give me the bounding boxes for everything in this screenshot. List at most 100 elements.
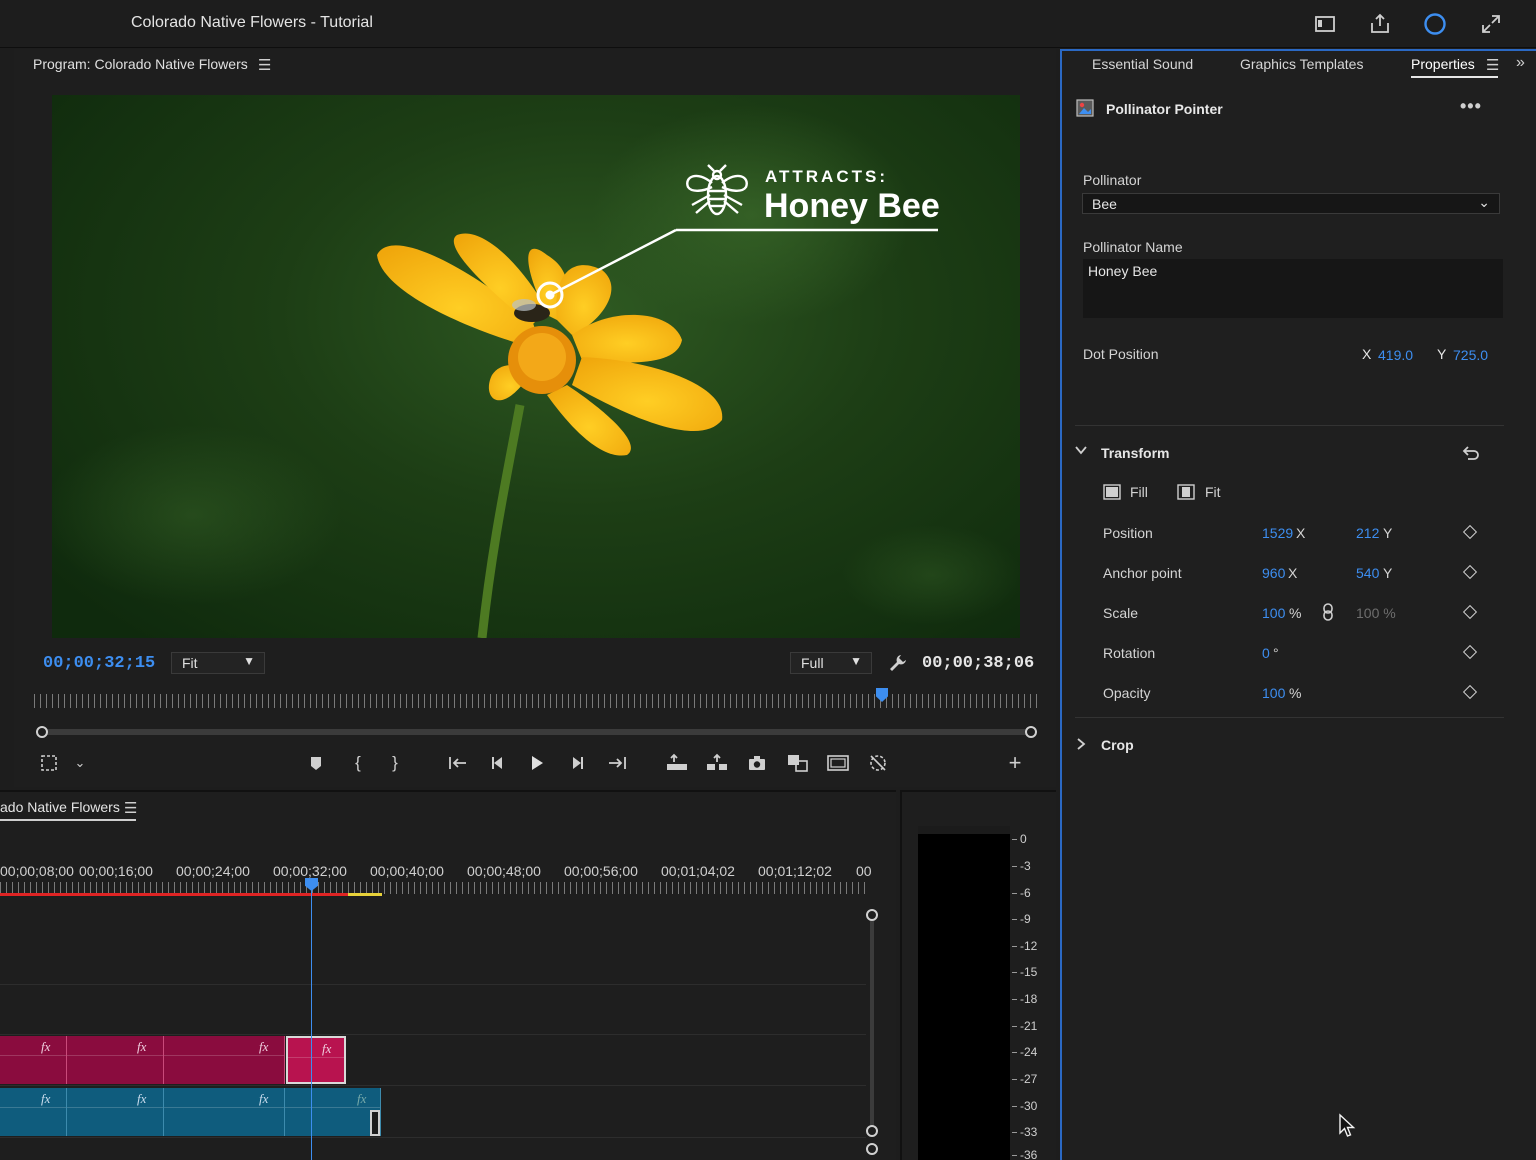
fx-badge: fx	[357, 1091, 367, 1106]
link-icon[interactable]	[1321, 603, 1335, 621]
db-label: -30	[1011, 1099, 1038, 1113]
db-label: 0	[1012, 832, 1027, 846]
audio-clip[interactable]: fx	[67, 1088, 164, 1136]
scroll-handle-top[interactable]	[866, 909, 878, 921]
timeline-vertical-scrollbar[interactable]	[870, 915, 874, 1133]
sequence-tab-underline	[0, 819, 136, 821]
mark-in-icon[interactable]: {	[347, 752, 369, 774]
rotation-label: Rotation	[1103, 645, 1156, 661]
lift-icon[interactable]	[665, 752, 687, 774]
tab-essential-sound[interactable]: Essential Sound	[1092, 56, 1193, 72]
fx-badge: fx	[137, 1091, 147, 1106]
anchor-x-unit: X	[1288, 565, 1298, 581]
db-label: -12	[1011, 939, 1038, 953]
ruler-label: 00;00;16;00	[79, 863, 153, 879]
fullscreen-icon[interactable]	[1479, 12, 1503, 36]
position-y-unit: Y	[1383, 525, 1393, 541]
zoom-end-handle[interactable]	[1025, 726, 1037, 738]
button-editor-plus-icon[interactable]: +	[1004, 752, 1026, 774]
dot-x-label: X	[1362, 346, 1372, 362]
zoom-scroll-bar[interactable]	[40, 729, 1033, 735]
tab-properties[interactable]: Properties	[1411, 56, 1475, 72]
add-marker-icon[interactable]	[305, 752, 327, 774]
proxy-toggle-icon[interactable]	[826, 752, 849, 774]
track-divider	[0, 1034, 866, 1035]
extract-icon[interactable]	[705, 752, 727, 774]
anchor-y-unit: Y	[1383, 565, 1393, 581]
dot-y-value[interactable]: 725.0	[1453, 347, 1488, 363]
safe-margins-icon[interactable]	[38, 752, 60, 774]
fit-label[interactable]: Fit	[1205, 484, 1221, 500]
audio-clip[interactable]: fx	[285, 1088, 381, 1136]
current-timecode[interactable]: 00;00;32;15	[43, 654, 155, 673]
anchor-y-value[interactable]: 540	[1356, 565, 1379, 581]
audio-clip[interactable]: fx	[0, 1088, 67, 1136]
position-y-value[interactable]: 212	[1356, 525, 1379, 541]
properties-menu-icon[interactable]: ☰	[1486, 56, 1499, 74]
fill-label[interactable]: Fill	[1130, 484, 1148, 500]
audio-clip[interactable]: fx	[164, 1088, 285, 1136]
video-clip[interactable]: fx	[67, 1036, 164, 1084]
step-forward-icon[interactable]	[566, 752, 588, 774]
vr-video-icon[interactable]	[867, 752, 889, 774]
window-title: Colorado Native Flowers - Tutorial	[131, 14, 373, 31]
section-divider	[1075, 425, 1504, 426]
ruler-label: 00;01;04;02	[661, 863, 735, 879]
program-panel-menu-icon[interactable]: ☰	[258, 56, 271, 74]
position-x-unit: X	[1296, 525, 1306, 541]
rotation-value[interactable]: 0	[1262, 645, 1270, 661]
play-icon[interactable]	[526, 752, 548, 774]
pollinator-dropdown[interactable]: Bee ⌄	[1082, 193, 1500, 214]
wrench-icon[interactable]	[887, 652, 909, 674]
crop-section-title[interactable]: Crop	[1101, 737, 1134, 753]
step-back-icon[interactable]	[487, 752, 509, 774]
db-label: -33	[1011, 1125, 1038, 1139]
video-preview[interactable]: ATTRACTS: Honey Bee	[52, 95, 1020, 638]
timeline-menu-icon[interactable]: ☰	[124, 799, 137, 817]
anchor-x-value[interactable]: 960	[1262, 565, 1285, 581]
fill-frame-icon[interactable]	[1103, 483, 1121, 501]
pollinator-name-field[interactable]: Honey Bee	[1083, 259, 1503, 318]
video-clip[interactable]: fx	[0, 1036, 67, 1084]
db-label: -36	[1011, 1148, 1038, 1160]
pollinator-label: Pollinator	[1083, 172, 1142, 188]
progress-ring-icon[interactable]	[1423, 12, 1447, 36]
selected-graphic-clip[interactable]: fx	[286, 1036, 346, 1084]
dot-y-label: Y	[1437, 346, 1447, 362]
video-clip[interactable]: fx	[164, 1036, 285, 1084]
opacity-value[interactable]: 100	[1262, 685, 1285, 701]
chevron-right-icon[interactable]	[1074, 737, 1088, 754]
trim-handle[interactable]	[370, 1110, 380, 1136]
dot-x-value[interactable]: 419.0	[1378, 347, 1413, 363]
resolution-dropdown[interactable]: Full ▼	[790, 652, 872, 674]
fit-dropdown[interactable]: Fit ▼	[171, 652, 265, 674]
chevron-down-icon[interactable]: ⌄	[69, 752, 91, 774]
overflow-chevron-icon[interactable]: »	[1516, 54, 1525, 72]
track-divider	[0, 1085, 866, 1086]
horizontal-scroll-handle[interactable]	[866, 1143, 878, 1155]
scale-value[interactable]: 100	[1262, 605, 1285, 621]
chevron-down-icon[interactable]	[1074, 443, 1088, 460]
comparison-view-icon[interactable]	[786, 752, 808, 774]
workspaces-icon[interactable]	[1313, 12, 1337, 36]
fit-frame-icon[interactable]	[1177, 483, 1195, 501]
mark-out-icon[interactable]: }	[384, 752, 406, 774]
resolution-dropdown-value: Full	[801, 655, 824, 671]
more-options-icon[interactable]: •••	[1460, 96, 1482, 117]
scale-unit: %	[1289, 605, 1302, 621]
fx-badge: fx	[137, 1039, 147, 1054]
zoom-start-handle[interactable]	[36, 726, 48, 738]
camera-icon[interactable]	[746, 752, 768, 774]
track-divider	[0, 984, 866, 985]
reset-icon[interactable]	[1460, 443, 1480, 463]
position-x-value[interactable]: 1529	[1262, 525, 1293, 541]
scroll-handle-bottom[interactable]	[866, 1125, 878, 1137]
go-to-out-icon[interactable]	[606, 752, 628, 774]
ruler-label: 00;00;32;00	[273, 863, 347, 879]
transform-section-title[interactable]: Transform	[1101, 445, 1169, 461]
section-divider	[1075, 717, 1504, 718]
sequence-tab[interactable]: ado Native Flowers	[0, 799, 120, 815]
go-to-in-icon[interactable]	[447, 752, 469, 774]
tab-graphics-templates[interactable]: Graphics Templates	[1240, 56, 1363, 72]
share-icon[interactable]	[1368, 12, 1392, 36]
